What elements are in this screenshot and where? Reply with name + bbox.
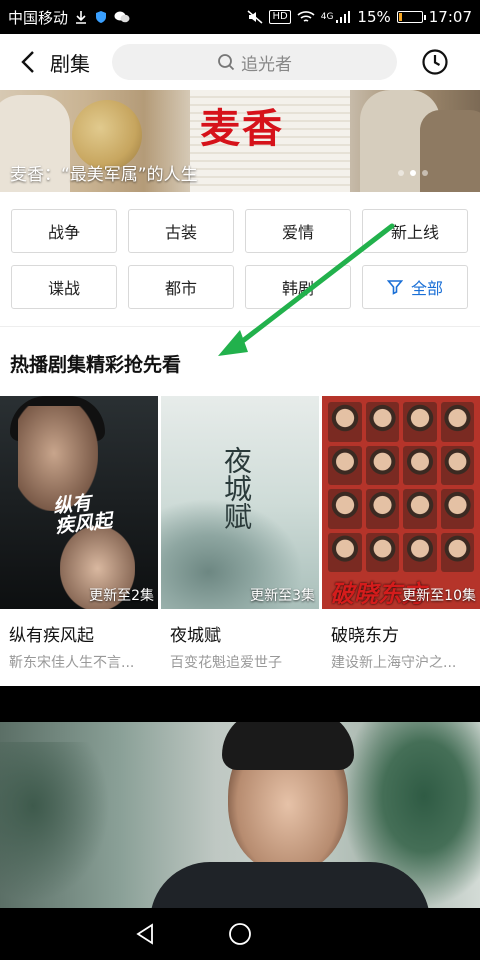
carousel-dot-active — [410, 170, 416, 176]
category-label: 都市 — [164, 279, 197, 298]
category-label: 谍战 — [47, 279, 80, 298]
category-label: 韩剧 — [281, 279, 314, 298]
cast-portrait — [365, 402, 399, 442]
hd-badge: HD — [269, 10, 291, 24]
battery-icon — [396, 11, 426, 23]
banner-caption: 麦香：“最美军属”的人生 — [10, 165, 198, 185]
signal-icon — [336, 11, 351, 23]
status-bar: 中国移动 HD 4G 15% 17:07 — [0, 0, 480, 34]
wifi-icon — [297, 11, 315, 22]
category-label: 战争 — [47, 223, 80, 242]
poster-cast-grid — [328, 402, 474, 572]
category-spy[interactable]: 谍战 — [11, 265, 117, 309]
wechat-icon — [114, 11, 130, 23]
update-badge: 更新至10集 — [402, 588, 476, 604]
search-input[interactable]: 追光者 — [112, 44, 397, 80]
nav-back-icon[interactable] — [134, 923, 156, 945]
background-plant — [0, 742, 110, 902]
cast-portrait — [403, 402, 437, 442]
drama-card[interactable]: 夜城赋 更新至3集 夜城赋 百变花魁追爱世子 — [161, 396, 319, 672]
cast-portrait — [365, 445, 399, 485]
drama-card[interactable]: 纵有 疾风起 更新至2集 纵有疾风起 靳东宋佳人生不言... — [0, 396, 158, 672]
category-grid: 战争 古装 爱情 新上线 谍战 都市 韩剧 全部 — [0, 192, 480, 326]
drama-card-list: 纵有 疾风起 更新至2集 纵有疾风起 靳东宋佳人生不言... 夜城赋 更新至3集 … — [0, 396, 480, 686]
poster-image: 纵有 疾风起 更新至2集 — [0, 396, 158, 609]
card-subtitle: 靳东宋佳人生不言... — [9, 655, 135, 671]
update-badge: 更新至2集 — [89, 588, 154, 604]
carousel-dot — [398, 170, 404, 176]
filter-icon — [386, 280, 403, 295]
category-new[interactable]: 新上线 — [362, 209, 468, 253]
category-all[interactable]: 全部 — [362, 265, 468, 309]
cast-portrait — [328, 489, 362, 529]
section-divider — [0, 326, 480, 327]
carrier-name: 中国移动 — [8, 8, 69, 27]
cast-portrait — [365, 489, 399, 529]
actor-suit — [150, 862, 430, 908]
back-icon — [21, 51, 34, 73]
actor-hair — [222, 722, 354, 770]
clock-time: 17:07 — [428, 8, 472, 26]
update-badge: 更新至3集 — [250, 588, 315, 604]
category-label: 新上线 — [390, 223, 439, 242]
category-label: 古装 — [164, 223, 197, 242]
section-title: 热播剧集精彩抢先看 — [10, 354, 182, 376]
card-subtitle: 百变花魁追爱世子 — [170, 655, 282, 671]
cast-portrait — [403, 445, 437, 485]
cast-portrait — [328, 402, 362, 442]
video-top-band — [0, 686, 480, 722]
cast-portrait — [440, 402, 474, 442]
poster-title-art: 夜城赋 — [220, 446, 253, 530]
poster-image: 夜城赋 更新至3集 — [161, 396, 319, 609]
header: 剧集 追光者 — [0, 34, 480, 90]
banner-title-art: 麦香 — [200, 105, 284, 152]
search-icon — [218, 54, 235, 71]
system-nav-bar — [0, 908, 480, 960]
search-placeholder: 追光者 — [241, 54, 292, 75]
network-type: 4G — [320, 12, 334, 22]
video-preview[interactable] — [0, 722, 480, 908]
download-icon — [76, 11, 87, 24]
shield-app-icon — [96, 11, 107, 23]
carousel-dot — [422, 170, 428, 176]
drama-card[interactable]: 破晓东方 更新至10集 破晓东方 建设新上海守沪之... — [322, 396, 480, 672]
category-war[interactable]: 战争 — [11, 209, 117, 253]
battery-percent: 15% — [357, 8, 391, 26]
card-title: 纵有疾风起 — [9, 626, 94, 646]
cast-portrait — [440, 445, 474, 485]
category-romance[interactable]: 爱情 — [245, 209, 351, 253]
mute-icon — [247, 10, 263, 24]
card-title: 破晓东方 — [331, 626, 399, 646]
cast-portrait — [440, 489, 474, 529]
cast-portrait — [365, 532, 399, 572]
page-title: 剧集 — [50, 51, 90, 76]
category-label: 全部 — [410, 279, 443, 298]
category-urban[interactable]: 都市 — [128, 265, 234, 309]
poster-image: 破晓东方 更新至10集 — [322, 396, 480, 609]
card-subtitle: 建设新上海守沪之... — [331, 655, 457, 671]
cast-portrait — [403, 532, 437, 572]
card-title: 夜城赋 — [170, 626, 221, 646]
category-label: 爱情 — [281, 223, 314, 242]
cast-portrait — [440, 532, 474, 572]
category-costume[interactable]: 古装 — [128, 209, 234, 253]
carousel-dots — [398, 170, 428, 176]
cast-portrait — [403, 489, 437, 529]
category-korean[interactable]: 韩剧 — [245, 265, 351, 309]
banner-carousel[interactable]: 麦香 麦香：“最美军属”的人生 — [0, 90, 480, 192]
cast-portrait — [328, 532, 362, 572]
banner-figure-far-right — [420, 110, 480, 192]
cast-portrait — [328, 445, 362, 485]
history-button[interactable] — [413, 40, 457, 84]
nav-home-icon[interactable] — [228, 922, 252, 946]
back-button[interactable] — [8, 34, 48, 90]
history-clock-icon — [422, 49, 448, 75]
